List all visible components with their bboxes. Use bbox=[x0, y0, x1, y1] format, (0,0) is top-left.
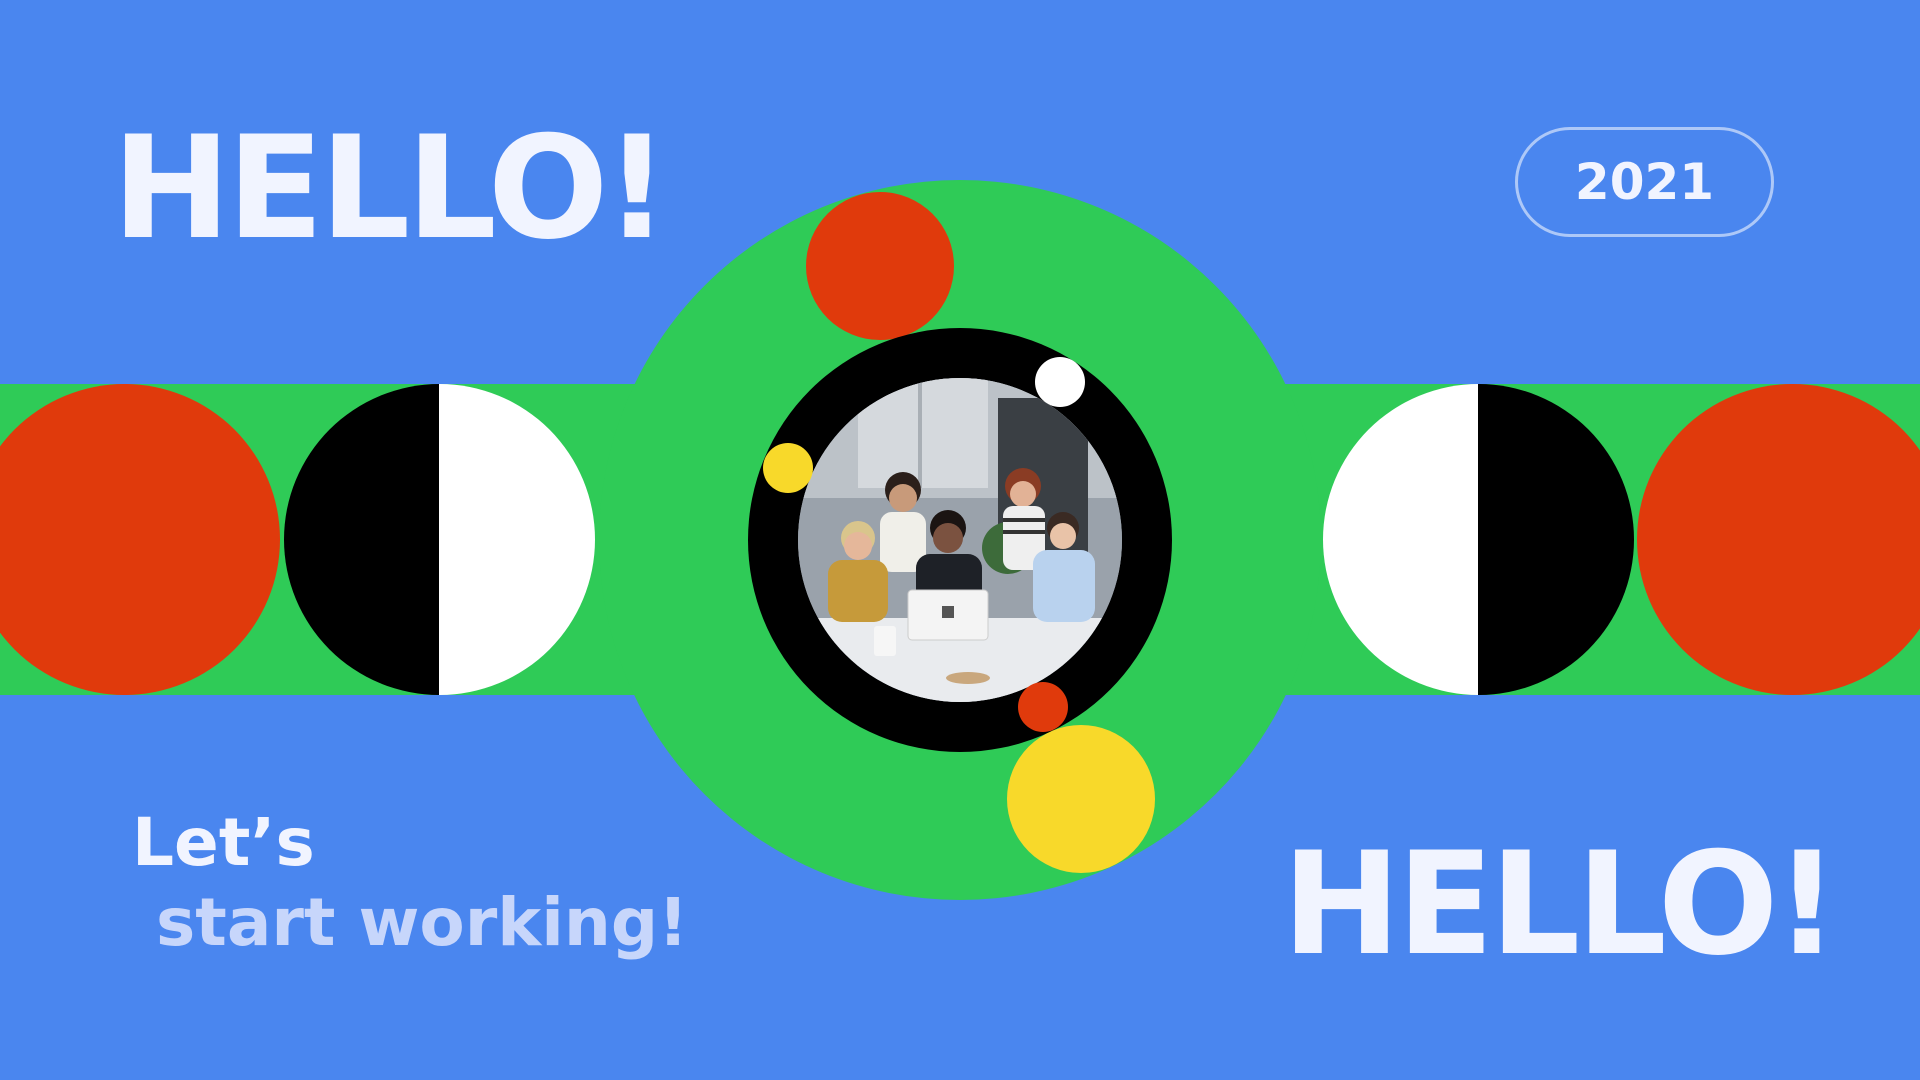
left-half-black bbox=[284, 384, 439, 695]
small-red-dot bbox=[1018, 682, 1068, 732]
tagline-line1: Let’s bbox=[132, 804, 315, 881]
big-yellow-circle bbox=[1007, 725, 1155, 873]
right-half-white-black-circle bbox=[1323, 384, 1634, 695]
right-half-white bbox=[1323, 384, 1478, 695]
year-badge: 2021 bbox=[1515, 127, 1774, 237]
right-half-black bbox=[1478, 384, 1634, 695]
left-half-black-white-circle bbox=[284, 384, 595, 695]
group-photo-icon bbox=[798, 378, 1122, 702]
headline-bottom: HELLO! bbox=[1282, 822, 1839, 987]
group-photo bbox=[798, 378, 1122, 702]
white-dot bbox=[1035, 357, 1085, 407]
year-badge-text: 2021 bbox=[1574, 153, 1715, 211]
headline-top: HELLO! bbox=[112, 106, 669, 271]
tagline-line2: start working! bbox=[156, 884, 689, 961]
slide-canvas: HELLO! HELLO! 2021 Let’s start working! bbox=[0, 0, 1920, 1080]
top-red-circle bbox=[806, 192, 954, 340]
small-yellow-dot bbox=[763, 443, 813, 493]
left-half-white bbox=[439, 384, 595, 695]
